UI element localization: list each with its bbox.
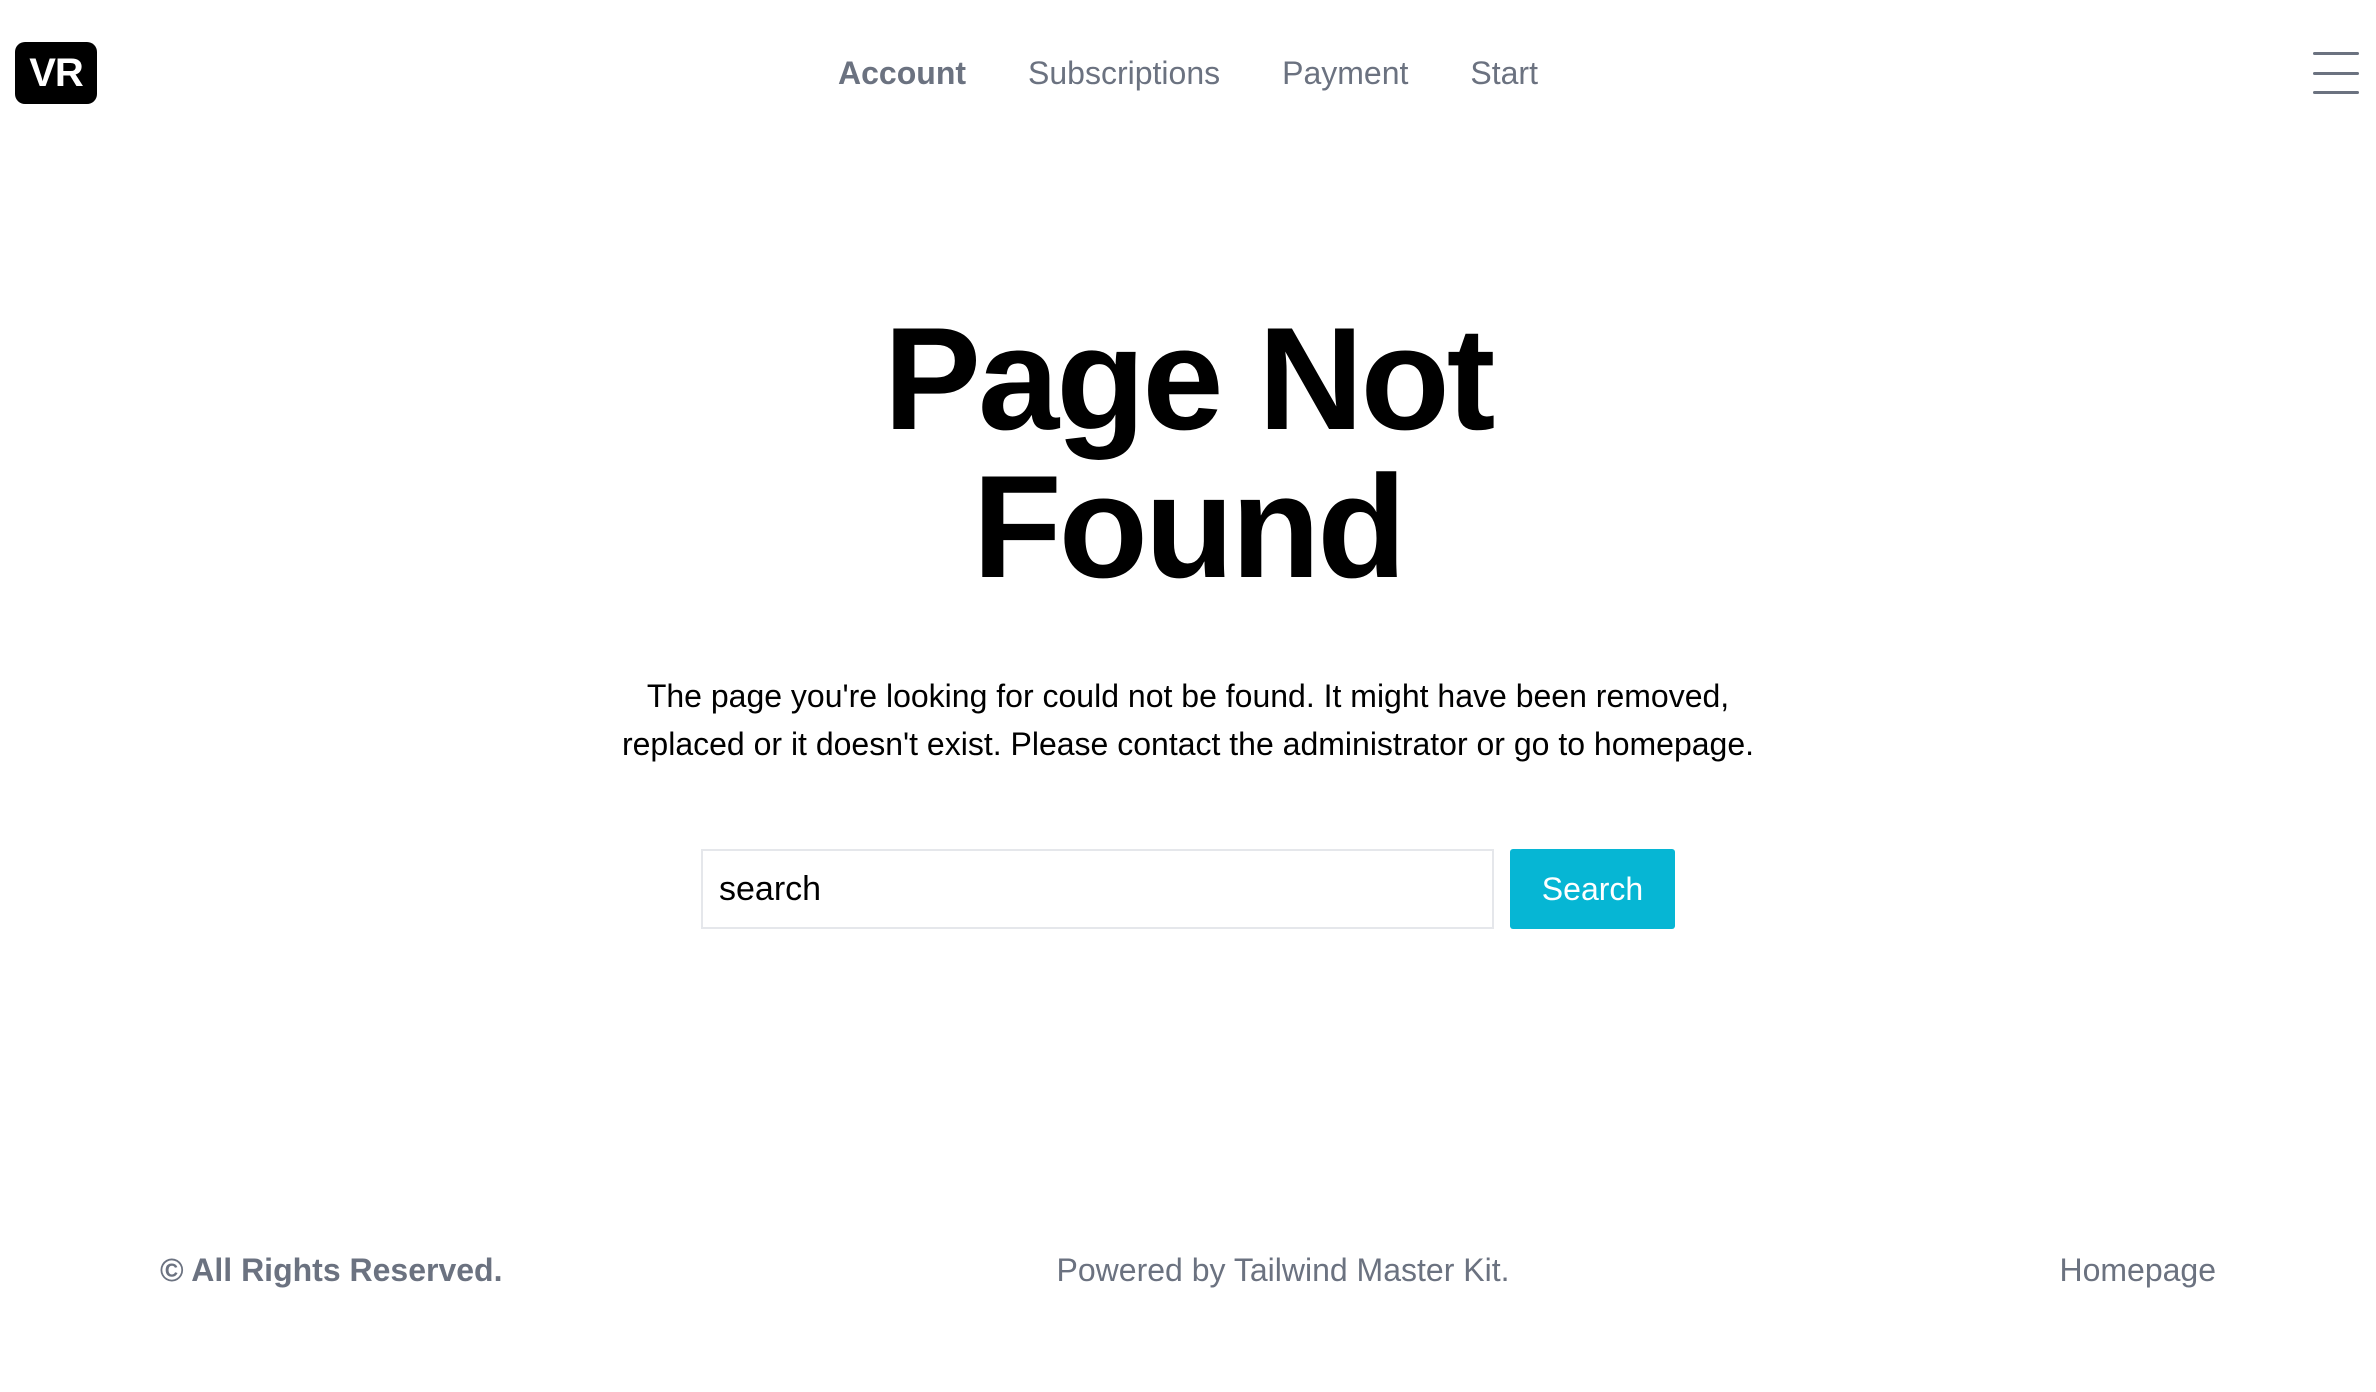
page-title-line1: Page Not xyxy=(883,297,1496,460)
homepage-link[interactable]: Homepage xyxy=(2059,1252,2216,1289)
nav-item-start[interactable]: Start xyxy=(1470,55,1538,92)
page-title: Page Not Found xyxy=(0,305,2376,601)
powered-by-text: Powered by Tailwind Master Kit. xyxy=(1056,1252,1510,1288)
nav-item-account[interactable]: Account xyxy=(838,55,966,92)
main-nav: Account Subscriptions Payment Start xyxy=(0,48,2376,98)
nav-item-payment[interactable]: Payment xyxy=(1282,55,1408,92)
copyright-text: © All Rights Reserved. xyxy=(160,1252,503,1288)
page: VR Account Subscriptions Payment Start P… xyxy=(0,0,2376,1392)
hamburger-line xyxy=(2313,91,2359,94)
search-button[interactable]: Search xyxy=(1510,849,1675,929)
hamburger-line xyxy=(2313,52,2359,55)
search-input[interactable] xyxy=(701,849,1494,929)
page-title-line2: Found xyxy=(972,445,1407,608)
search-form: Search xyxy=(701,849,1675,929)
nav-item-subscriptions[interactable]: Subscriptions xyxy=(1028,55,1220,92)
error-description: The page you're looking for could not be… xyxy=(621,678,1755,762)
hamburger-line xyxy=(2313,71,2359,75)
hamburger-menu-icon[interactable] xyxy=(2313,52,2359,94)
